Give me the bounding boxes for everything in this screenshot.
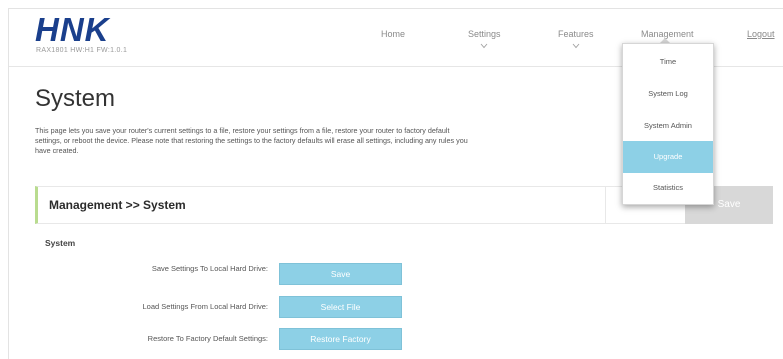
save-settings-label: Save Settings To Local Hard Drive: xyxy=(151,264,268,273)
page-title: System xyxy=(35,85,116,112)
firmware-info: RAX1801 HW:H1 FW:1.0.1 xyxy=(36,47,128,54)
save-settings-button[interactable]: Save xyxy=(279,263,402,285)
brand-logo[interactable]: HNK xyxy=(35,11,110,49)
nav-home-label: Home xyxy=(381,29,406,39)
load-settings-label: Load Settings From Local Hard Drive: xyxy=(142,302,268,311)
nav-settings-label: Settings xyxy=(468,29,501,39)
nav-logout[interactable]: Logout xyxy=(747,29,775,39)
menu-item-system-log[interactable]: System Log xyxy=(623,78,713,110)
menu-item-time[interactable]: Time xyxy=(623,46,713,78)
menu-item-upgrade[interactable]: Upgrade xyxy=(623,141,713,173)
section-label: System xyxy=(45,238,76,248)
chevron-down-icon xyxy=(572,43,580,49)
menu-item-statistics[interactable]: Statistics xyxy=(623,172,713,204)
router-admin-frame: HNK RAX1801 HW:H1 FW:1.0.1 Home Settings… xyxy=(8,8,783,359)
restore-factory-button[interactable]: Restore Factory xyxy=(279,328,402,350)
nav-settings[interactable]: Settings xyxy=(468,29,501,50)
nav-home[interactable]: Home xyxy=(381,29,405,39)
chevron-down-icon xyxy=(480,43,488,49)
panel-title: Management >> System xyxy=(49,198,186,212)
nav-logout-label: Logout xyxy=(747,29,775,39)
management-panel-header: Management >> System xyxy=(35,186,685,224)
page-description: This page lets you save your router's cu… xyxy=(35,126,468,155)
management-dropdown-menu: Time System Log System Admin Upgrade Sta… xyxy=(622,43,714,205)
menu-item-system-admin[interactable]: System Admin xyxy=(623,110,713,142)
nav-features-label: Features xyxy=(558,29,594,39)
restore-factory-label: Restore To Factory Default Settings: xyxy=(147,334,268,343)
nav-features[interactable]: Features xyxy=(558,29,594,50)
select-file-button[interactable]: Select File xyxy=(279,296,402,318)
